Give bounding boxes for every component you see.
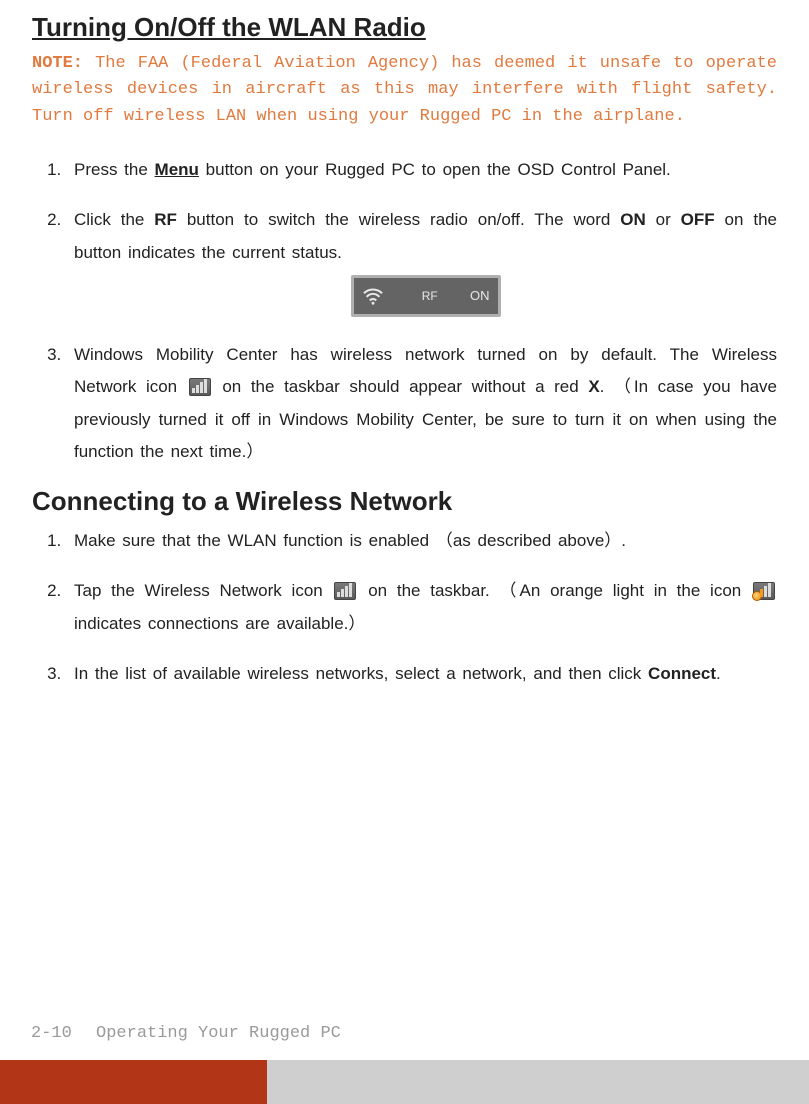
- step-text: indicates connections are available.）: [74, 614, 365, 633]
- menu-button-ref: Menu: [155, 160, 199, 179]
- steps-turning-on-off: Press the Menu button on your Rugged PC …: [32, 154, 777, 468]
- wifi-icon: [362, 287, 384, 305]
- steps-connecting: Make sure that the WLAN function is enab…: [32, 525, 777, 690]
- step-3: In the list of available wireless networ…: [68, 658, 777, 690]
- footer-decoration: [0, 1060, 809, 1104]
- footer-text: 2-10 Operating Your Rugged PC: [31, 1024, 341, 1043]
- rf-widget-status: ON: [470, 284, 490, 309]
- chapter-title: Operating Your Rugged PC: [96, 1024, 341, 1043]
- step-text: Make sure that the WLAN function is enab…: [74, 531, 626, 550]
- footer-grey-bar: [267, 1060, 809, 1104]
- rf-button-ref: RF: [154, 210, 177, 229]
- step-1: Press the Menu button on your Rugged PC …: [68, 154, 777, 186]
- step-text: Tap the Wireless Network icon: [74, 581, 332, 600]
- step-text: or: [646, 210, 681, 229]
- red-x-ref: X: [588, 377, 599, 396]
- heading-wlan-radio: Turning On/Off the WLAN Radio: [32, 12, 777, 43]
- wireless-network-icon: [334, 582, 356, 600]
- page-content: Turning On/Off the WLAN Radio NOTE: The …: [0, 0, 777, 690]
- wireless-network-icon: [189, 378, 211, 396]
- page-footer: 2-10 Operating Your Rugged PC: [0, 1024, 809, 1104]
- step-text: Press the: [74, 160, 155, 179]
- step-text: In the list of available wireless networ…: [74, 664, 648, 683]
- on-label: ON: [620, 210, 646, 229]
- footer-accent-bar: [0, 1060, 267, 1104]
- note-block: NOTE: The FAA (Federal Aviation Agency) …: [32, 51, 777, 130]
- step-text: .: [716, 664, 721, 683]
- note-text: The FAA (Federal Aviation Agency) has de…: [32, 54, 777, 126]
- step-1: Make sure that the WLAN function is enab…: [68, 525, 777, 557]
- heading-connecting: Connecting to a Wireless Network: [32, 486, 777, 517]
- step-text: button on your Rugged PC to open the OSD…: [199, 160, 671, 179]
- off-label: OFF: [681, 210, 715, 229]
- step-text: on the taskbar. （An orange light in the …: [358, 581, 751, 600]
- rf-widget-figure: RF ON: [74, 275, 777, 317]
- step-text: Click the: [74, 210, 154, 229]
- rf-widget-label: RF: [384, 285, 471, 308]
- step-3: Windows Mobility Center has wireless net…: [68, 339, 777, 468]
- note-label: NOTE:: [32, 54, 83, 73]
- step-text: on the taskbar should appear without a r…: [213, 377, 589, 396]
- rf-osd-button[interactable]: RF ON: [351, 275, 501, 317]
- step-text: button to switch the wireless radio on/o…: [177, 210, 620, 229]
- step-2: Click the RF button to switch the wirele…: [68, 204, 777, 317]
- wireless-network-available-icon: [753, 582, 775, 600]
- connect-button-ref: Connect: [648, 664, 716, 683]
- page-number: 2-10: [31, 1024, 72, 1043]
- step-2: Tap the Wireless Network icon on the tas…: [68, 575, 777, 640]
